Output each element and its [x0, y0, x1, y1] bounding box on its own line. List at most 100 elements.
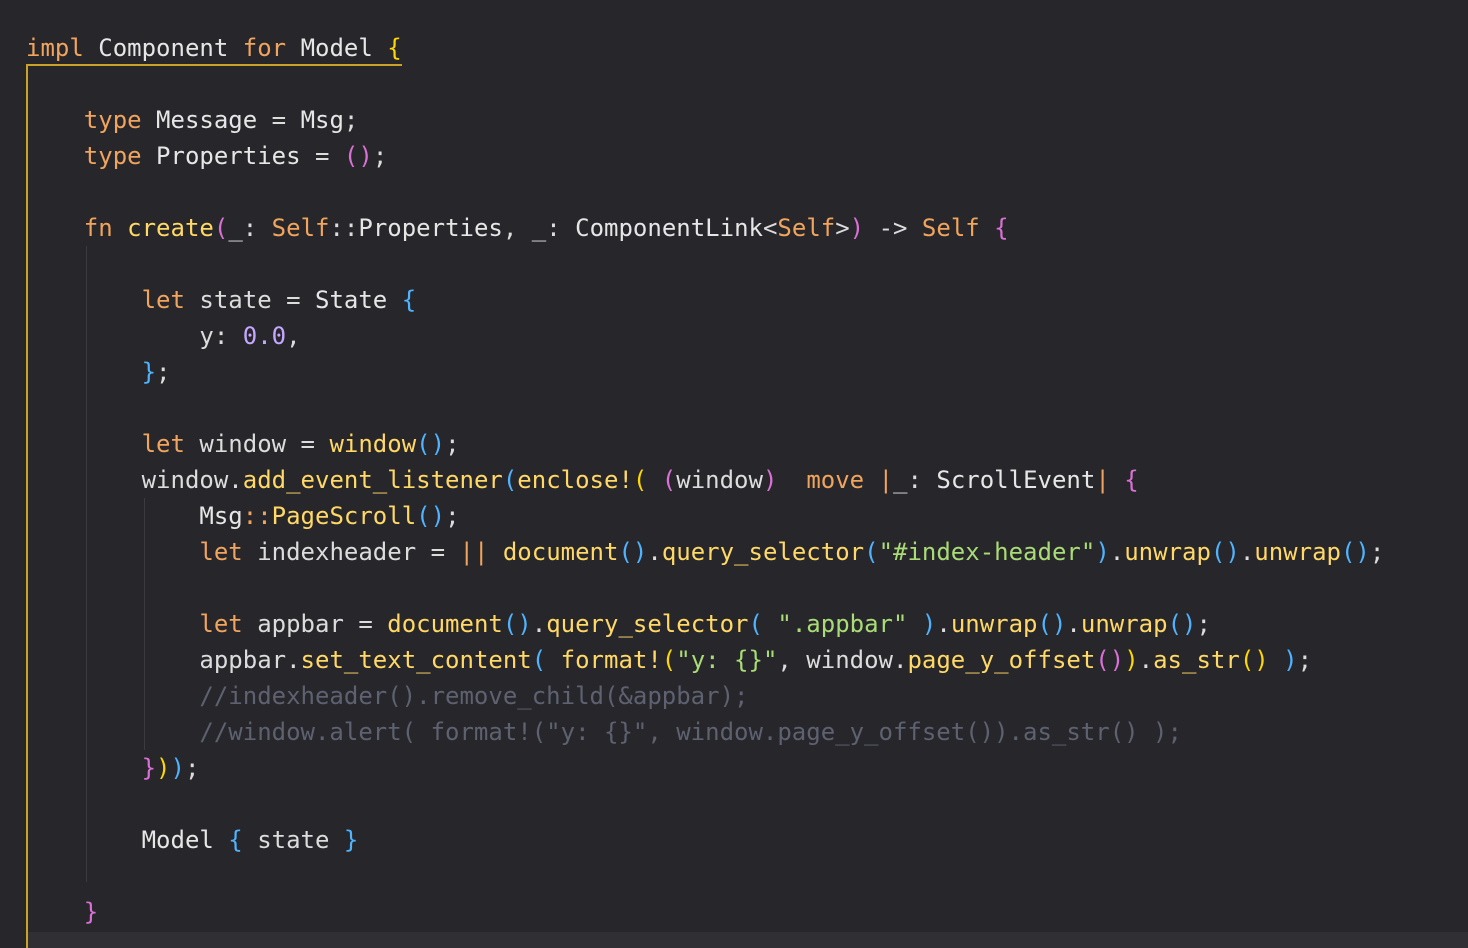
code-token: ::: [242, 502, 272, 530]
code-line[interactable]: type Properties = ();: [84, 138, 387, 174]
code-token: enclose!: [517, 466, 633, 494]
code-token: Msg: [300, 106, 344, 134]
code-token: "#index-header": [878, 538, 1096, 566]
code-token: }: [141, 358, 157, 386]
code-token: .: [1109, 538, 1125, 566]
code-token: page_y_offset: [907, 646, 1096, 674]
code-line[interactable]: let indexheader = || document().query_se…: [199, 534, 1384, 570]
code-token: .: [647, 538, 662, 566]
code-token: ->: [864, 214, 922, 242]
code-line[interactable]: //window.alert( format!("y: {}", window.…: [199, 714, 1182, 750]
code-token: ScrollEvent: [936, 466, 1096, 494]
code-line[interactable]: Model { state }: [142, 822, 359, 858]
code-token: ): [170, 754, 185, 782]
code-token: Component: [98, 34, 229, 62]
code-token: .: [531, 610, 547, 638]
code-token: unwrap: [1254, 538, 1341, 566]
code-token: query_selector: [661, 538, 865, 566]
code-editor[interactable]: impl Component for Model { type Message =…: [0, 0, 1468, 948]
code-token: window: [676, 466, 763, 494]
code-token: ;: [445, 502, 460, 530]
code-comment: //indexheader().remove_child(&appbar);: [199, 682, 749, 710]
code-token: (: [661, 466, 677, 494]
code-token: ): [1095, 538, 1110, 566]
code-token: ;: [156, 358, 171, 386]
current-line-highlight: [28, 932, 1468, 948]
code-token: appbar.: [199, 646, 301, 674]
code-token: y:: [199, 322, 243, 350]
code-token: }: [141, 754, 157, 782]
code-token: state =: [184, 286, 315, 314]
code-token: impl: [26, 34, 84, 62]
code-token: type: [83, 142, 142, 170]
code-token: window =: [184, 430, 330, 458]
code-token: (): [1210, 538, 1240, 566]
code-token: Message: [156, 106, 258, 134]
code-token: for: [242, 34, 287, 62]
code-token: ): [156, 754, 171, 782]
code-line[interactable]: y: 0.0,: [199, 318, 300, 354]
code-token: 0.0: [242, 322, 287, 350]
code-token: state: [242, 826, 344, 854]
code-token: fn: [83, 214, 113, 242]
code-token: type: [83, 106, 142, 134]
code-token: ||: [459, 538, 489, 566]
code-line[interactable]: window.add_event_listener(enclose!( (win…: [142, 462, 1139, 498]
code-token: |: [1095, 466, 1110, 494]
code-line[interactable]: let state = State {: [142, 282, 417, 318]
code-line[interactable]: }: [84, 894, 98, 930]
code-token: ;: [343, 106, 359, 134]
code-line[interactable]: fn create(_: Self::Properties, _: Compon…: [84, 210, 1009, 246]
code-token: (): [416, 502, 446, 530]
code-token: {: [401, 286, 417, 314]
code-token: appbar =: [242, 610, 388, 638]
code-token: document: [387, 610, 503, 638]
code-token: ;: [372, 142, 388, 170]
code-token: ".appbar": [777, 610, 908, 638]
code-token: ): [762, 466, 778, 494]
code-line[interactable]: let window = window();: [142, 426, 460, 462]
code-token: =: [300, 142, 344, 170]
code-token: query_selector: [546, 610, 749, 638]
code-token: PageScroll: [271, 502, 417, 530]
code-token: create: [127, 214, 214, 242]
code-line[interactable]: //indexheader().remove_child(&appbar);: [199, 678, 748, 714]
code-line[interactable]: impl Component for Model {: [26, 30, 402, 66]
code-token: ;: [445, 430, 460, 458]
code-line[interactable]: let appbar = document().query_selector( …: [199, 606, 1211, 642]
code-line[interactable]: Msg::PageScroll();: [199, 498, 459, 534]
code-token: .: [1239, 538, 1255, 566]
code-token: (): [1037, 610, 1067, 638]
code-token: _:: [228, 214, 272, 242]
code-token: (: [661, 646, 677, 674]
code-token: ): [1124, 646, 1139, 674]
code-token: set_text_content: [300, 646, 532, 674]
code-token: let: [141, 286, 185, 314]
bracket-scope-bar: [26, 64, 28, 948]
code-token: Self: [921, 214, 980, 242]
code-line[interactable]: appbar.set_text_content( format!("y: {}"…: [199, 642, 1312, 678]
code-token: Properties: [156, 142, 301, 170]
code-token: Properties: [358, 214, 503, 242]
code-token: >: [835, 214, 850, 242]
code-token: _:: [893, 466, 937, 494]
code-token: (): [1239, 646, 1269, 674]
code-token: (: [531, 646, 547, 674]
code-token: Self: [777, 214, 836, 242]
code-line[interactable]: type Message = Msg;: [84, 102, 359, 138]
code-line[interactable]: };: [142, 354, 171, 390]
code-token: }: [343, 826, 359, 854]
code-line[interactable]: }));: [142, 750, 200, 786]
code-token: (): [343, 142, 373, 170]
code-token: ::: [329, 214, 359, 242]
code-token: (): [1340, 538, 1370, 566]
code-token: (): [618, 538, 648, 566]
code-token: Model: [300, 34, 373, 62]
